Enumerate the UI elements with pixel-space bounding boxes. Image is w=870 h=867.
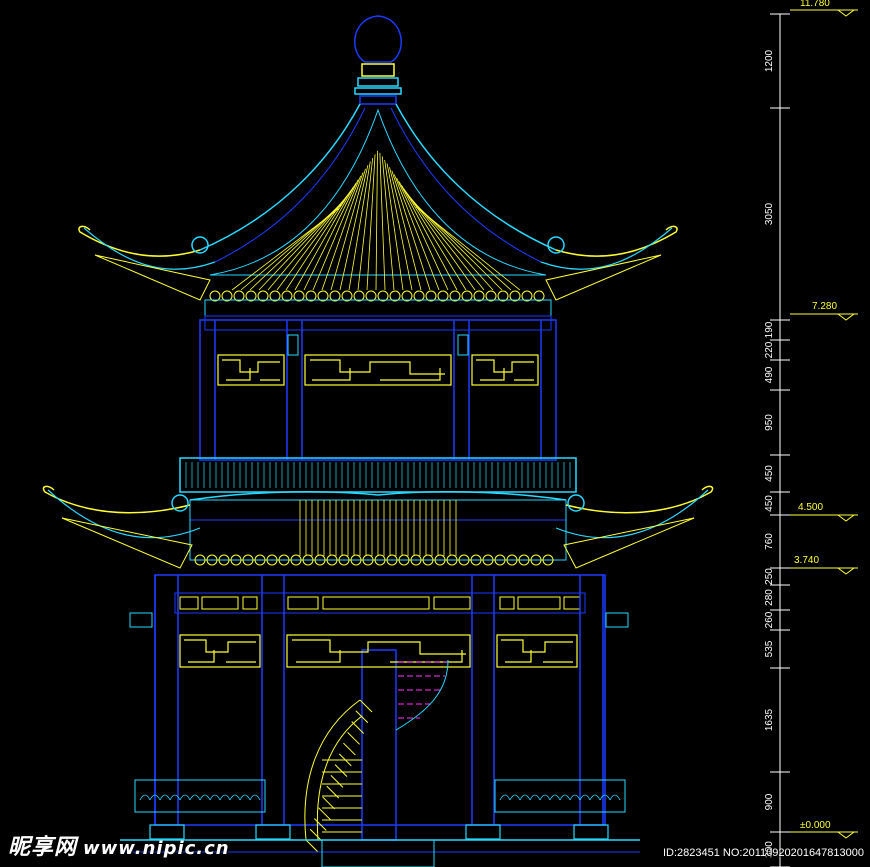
dimension-label: 3050 <box>764 202 775 225</box>
level-mark-middle-label: 4.500 <box>798 502 823 513</box>
dimension-label: 450 <box>764 465 775 482</box>
elevation-drawing: 1200 3050 190 220 490 950 450 450 760 250 280 260 53… <box>42 0 858 867</box>
lower-roof <box>42 485 714 569</box>
dimension-chain <box>770 13 790 867</box>
watermark-logo: 昵享网 www.nipic.cn <box>8 829 230 861</box>
dimension-label: 535 <box>764 640 775 657</box>
level-mark-lower-eave-label: 3.740 <box>794 555 819 566</box>
upper-roof <box>78 103 678 331</box>
dimension-label: 1635 <box>764 708 775 731</box>
upper-story <box>199 319 557 461</box>
watermark-brand: 昵享网 <box>8 835 78 860</box>
dimension-label: 450 <box>764 495 775 512</box>
dimension-label: 260 <box>764 611 775 628</box>
level-mark-top: 11.780 <box>790 0 858 17</box>
dimension-label: 1200 <box>764 49 775 72</box>
dimension-labels: 1200 3050 190 220 490 950 450 450 760 250 280 260 53… <box>764 49 775 857</box>
level-mark-ground: ±0.000 <box>790 820 858 839</box>
level-mark-middle: 4.500 <box>790 502 858 522</box>
level-mark-ground-label: ±0.000 <box>800 820 831 831</box>
level-mark-upper-eave-label: 7.280 <box>812 301 837 312</box>
level-mark-upper-eave: 7.280 <box>790 301 858 321</box>
dimension-label: 760 <box>764 533 775 550</box>
level-mark-lower-eave: 3.740 <box>790 555 858 575</box>
level-mark-top-label: 11.780 <box>800 0 830 9</box>
dimension-label: 950 <box>764 414 775 431</box>
middle-balcony <box>179 457 577 493</box>
dimension-label: 220 <box>764 341 775 358</box>
dimension-label: 250 <box>764 568 775 585</box>
dimension-label: 280 <box>764 589 775 606</box>
ground-story <box>120 574 640 867</box>
dimension-label: 900 <box>764 793 775 810</box>
dimension-label: 490 <box>764 366 775 383</box>
dimension-label: 190 <box>764 321 775 338</box>
watermark-id: ID:2823451 NO:20110920201647813000 <box>662 847 864 859</box>
watermark-url: www.nipic.cn <box>83 838 230 859</box>
finial <box>354 15 402 105</box>
